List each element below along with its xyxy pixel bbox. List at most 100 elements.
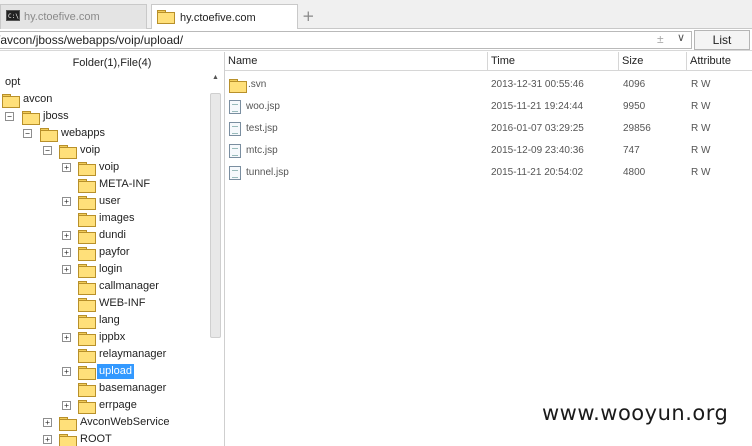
file-table-header: Name Time Size Attribute xyxy=(225,52,752,71)
file-time: 2013-12-31 00:55:46 xyxy=(491,79,584,90)
file-name: mtc.jsp xyxy=(246,145,278,156)
table-row[interactable]: woo.jsp 2015-11-21 19:24:44 9950 R W xyxy=(225,96,745,118)
file-name-cell: woo.jsp xyxy=(229,96,280,118)
folder-icon xyxy=(78,314,96,329)
folder-icon xyxy=(78,246,96,261)
tree-node[interactable]: callmanager xyxy=(0,278,208,295)
expand-icon[interactable]: + xyxy=(62,333,71,342)
expand-icon[interactable]: + xyxy=(62,367,71,376)
file-name: woo.jsp xyxy=(246,101,280,112)
column-attribute[interactable]: Attribute xyxy=(687,52,752,71)
scroll-up-icon[interactable]: ▲ xyxy=(212,74,219,81)
column-name[interactable]: Name xyxy=(225,52,488,71)
tree-node[interactable]: + user xyxy=(0,193,208,210)
tree-node[interactable]: + ippbx xyxy=(0,329,208,346)
tree-node[interactable]: − voip xyxy=(0,142,208,159)
folder-icon xyxy=(157,10,176,25)
tab-file-manager[interactable]: hy.ctoefive.com xyxy=(151,4,298,30)
table-row[interactable]: mtc.jsp 2015-12-09 23:40:36 747 R W xyxy=(225,140,745,162)
tree-node[interactable]: + errpage xyxy=(0,397,208,414)
tree-node-label: relaymanager xyxy=(99,348,167,360)
expand-icon[interactable]: + xyxy=(62,231,71,240)
terminal-icon: C:\ xyxy=(6,10,20,24)
file-attribute: R W xyxy=(691,123,711,134)
file-size: 747 xyxy=(623,145,640,156)
tree-node-label: user xyxy=(99,195,121,207)
tree-node-label: lang xyxy=(99,314,120,326)
expand-icon[interactable]: + xyxy=(62,401,71,410)
tree-node[interactable]: + login xyxy=(0,261,208,278)
chevron-down-icon[interactable]: ∨ xyxy=(677,31,685,44)
folder-icon xyxy=(229,79,247,93)
table-row[interactable]: .svn 2013-12-31 00:55:46 4096 R W xyxy=(225,74,745,96)
tree-node-label: dundi xyxy=(99,229,126,241)
tree-node[interactable]: opt xyxy=(0,74,208,91)
tree-node[interactable]: relaymanager xyxy=(0,346,208,363)
expand-icon[interactable]: + xyxy=(62,248,71,257)
plus-minus-icon[interactable]: ± xyxy=(657,32,664,46)
file-time: 2015-12-09 23:40:36 xyxy=(491,145,584,156)
tree-node[interactable]: + dundi xyxy=(0,227,208,244)
tree-node[interactable]: META-INF xyxy=(0,176,208,193)
table-row[interactable]: test.jsp 2016-01-07 03:29:25 29856 R W xyxy=(225,118,745,140)
column-time[interactable]: Time xyxy=(488,52,619,71)
tab-terminal[interactable]: C:\ hy.ctoefive.com xyxy=(0,4,147,29)
tree-node-label: opt xyxy=(5,76,21,88)
expand-icon[interactable]: + xyxy=(62,265,71,274)
tree-node-label: login xyxy=(99,263,123,275)
path-input[interactable]: /avcon/jboss/webapps/voip/upload/ xyxy=(0,31,692,49)
tab-label: hy.ctoefive.com xyxy=(24,11,100,23)
file-icon xyxy=(229,100,241,114)
tree-node[interactable]: basemanager xyxy=(0,380,208,397)
expand-icon[interactable]: + xyxy=(62,197,71,206)
tree-node-label: callmanager xyxy=(99,280,159,292)
collapse-icon[interactable]: − xyxy=(5,112,14,121)
file-size: 4800 xyxy=(623,167,646,178)
tree-node-label: AvconWebService xyxy=(80,416,170,428)
tree-node[interactable]: avcon xyxy=(0,91,208,108)
tree-node[interactable]: − webapps xyxy=(0,125,208,142)
tree-node[interactable]: lang xyxy=(0,312,208,329)
tree-node-label: voip xyxy=(80,144,101,156)
collapse-icon[interactable]: − xyxy=(23,129,32,138)
file-attribute: R W xyxy=(691,145,711,156)
tree-node-label: voip xyxy=(99,161,120,173)
folder-icon xyxy=(78,348,96,363)
file-icon xyxy=(229,144,241,158)
expand-icon[interactable]: + xyxy=(43,435,52,444)
folder-icon xyxy=(78,195,96,210)
tree-node[interactable]: + ROOT xyxy=(0,431,208,446)
list-button[interactable]: List xyxy=(694,30,750,50)
tree-node-label: avcon xyxy=(23,93,53,105)
tree-node-label: META-INF xyxy=(99,178,151,190)
tree-node-label: ROOT xyxy=(80,433,112,445)
tree-node[interactable]: + upload xyxy=(0,363,208,380)
file-size: 29856 xyxy=(623,123,651,134)
tree-node[interactable]: + AvconWebService xyxy=(0,414,208,431)
tree-node-label: jboss xyxy=(43,110,69,122)
tree-node[interactable]: − jboss xyxy=(0,108,208,125)
folder-tree: opt avcon − jboss − webapps − voip + voip META-INF… xyxy=(0,74,224,446)
folder-icon xyxy=(78,399,96,414)
expand-icon[interactable]: + xyxy=(43,418,52,427)
table-row[interactable]: tunnel.jsp 2015-11-21 20:54:02 4800 R W xyxy=(225,162,745,184)
folder-icon xyxy=(78,331,96,346)
tree-node[interactable]: + payfor xyxy=(0,244,208,261)
expand-icon[interactable]: + xyxy=(62,163,71,172)
column-size[interactable]: Size xyxy=(619,52,687,71)
tree-node-label: errpage xyxy=(99,399,137,411)
tree-node[interactable]: + voip xyxy=(0,159,208,176)
file-size: 9950 xyxy=(623,101,646,112)
file-name-cell: test.jsp xyxy=(229,118,278,140)
file-name: tunnel.jsp xyxy=(246,167,289,178)
tree-node[interactable]: images xyxy=(0,210,208,227)
tab-label: hy.ctoefive.com xyxy=(180,11,256,24)
svg-text:C:\: C:\ xyxy=(8,13,19,20)
new-tab-button[interactable]: + xyxy=(302,7,315,25)
scrollbar-thumb[interactable] xyxy=(210,93,221,338)
file-icon xyxy=(229,166,241,180)
tree-node[interactable]: WEB-INF xyxy=(0,295,208,312)
collapse-icon[interactable]: − xyxy=(43,146,52,155)
folder-icon xyxy=(78,178,96,193)
folder-icon xyxy=(78,382,96,397)
